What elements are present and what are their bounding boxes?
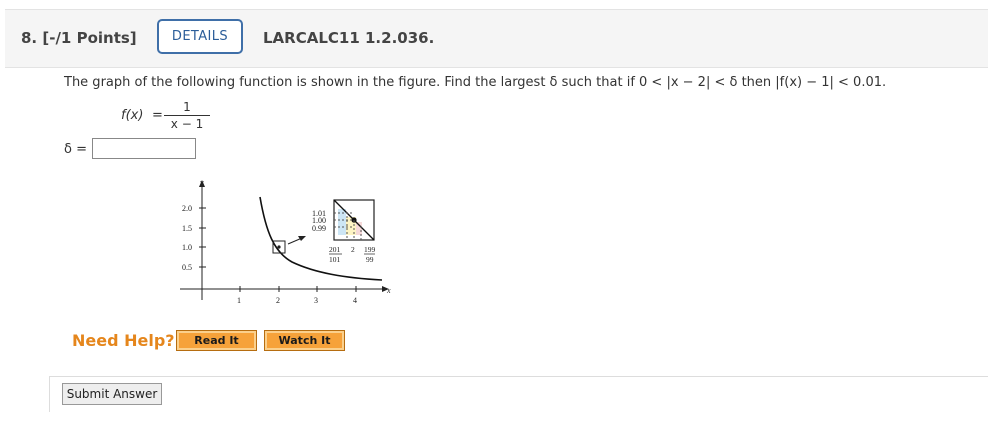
y-tick-label: 2.0 — [182, 204, 192, 213]
x-tick-label: 4 — [353, 296, 357, 305]
problem-code: LARCALC11 1.2.036. — [263, 29, 435, 47]
x-tick-label: 3 — [314, 296, 318, 305]
y-tick-label: 1.5 — [182, 224, 192, 233]
delta-label: δ = — [64, 142, 87, 157]
x-axis-label: x — [386, 286, 391, 295]
inset-x-label: 2 — [351, 245, 355, 254]
question-header: 8. [-/1 Points] DETAILS LARCALC11 1.2.03… — [5, 9, 988, 68]
inset-x-label: 101 — [329, 255, 341, 264]
fraction-bar — [164, 115, 210, 116]
fraction-numerator: 1 — [183, 100, 191, 114]
inset-x-label: 199 — [364, 245, 376, 254]
curve-point — [277, 245, 281, 249]
divider-vertical — [49, 376, 50, 412]
inset-band-pink — [356, 222, 362, 235]
submit-answer-button[interactable]: Submit Answer — [62, 383, 162, 405]
function-fraction: 1 x − 1 — [164, 100, 210, 131]
x-tick-label: 2 — [276, 296, 280, 305]
fraction-denominator: x − 1 — [170, 117, 204, 131]
x-tick-label: 1 — [237, 296, 241, 305]
y-axis-label: y — [199, 178, 204, 187]
function-equals: = — [152, 108, 163, 123]
function-graph-figure: y x 2.0 1.5 1.0 0.5 1 2 3 4 1.01 1.00 0.… — [180, 178, 391, 305]
function-label: f(x) — [121, 108, 144, 123]
watch-it-button[interactable]: Watch It — [264, 330, 345, 351]
details-button[interactable]: DETAILS — [157, 19, 243, 54]
need-help-label: Need Help? — [72, 331, 175, 350]
question-prompt: The graph of the following function is s… — [64, 75, 887, 90]
divider — [50, 376, 988, 377]
delta-answer-input[interactable] — [92, 138, 196, 159]
question-number: 8. [-/1 Points] — [21, 29, 137, 47]
inset-x-label: 99 — [366, 255, 374, 264]
y-tick-label: 1.0 — [182, 243, 192, 252]
read-it-button[interactable]: Read It — [176, 330, 257, 351]
zoom-arrowhead — [298, 236, 306, 241]
inset-x-label: 201 — [329, 245, 341, 254]
inset-y-label: 0.99 — [312, 224, 326, 233]
y-tick-label: 0.5 — [182, 263, 192, 272]
